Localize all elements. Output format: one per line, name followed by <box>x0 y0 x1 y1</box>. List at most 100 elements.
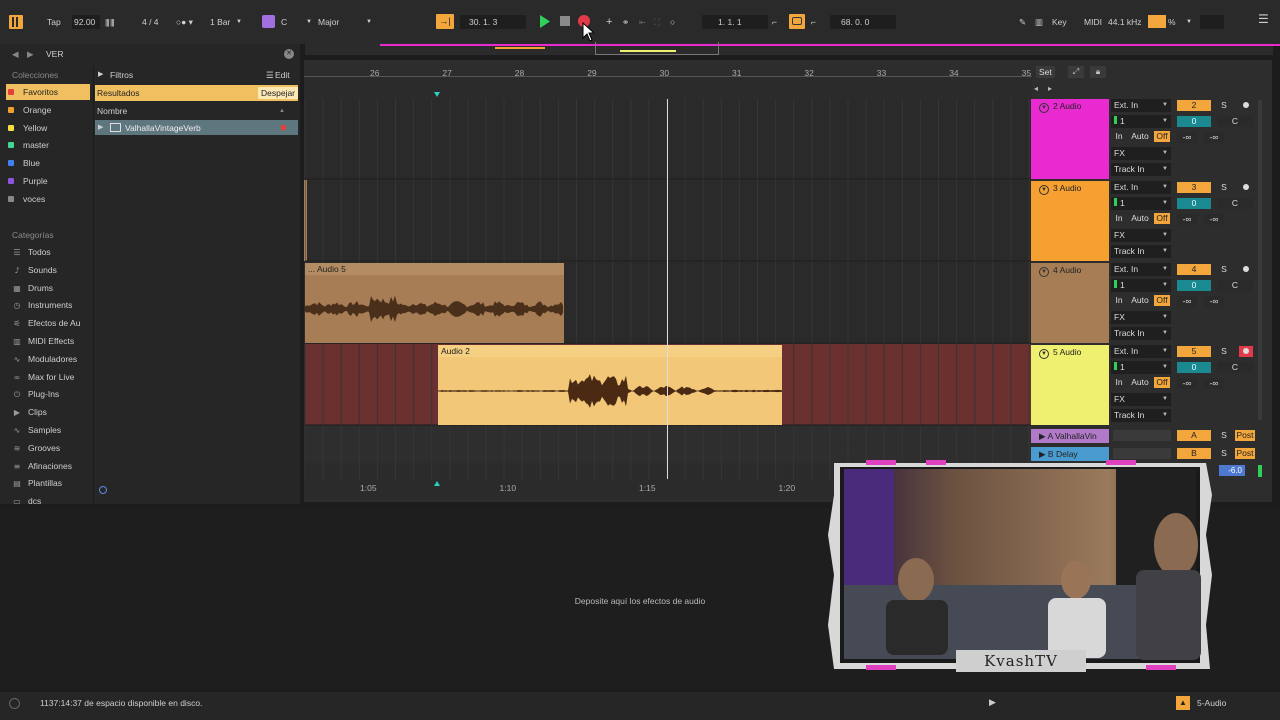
arrangement-position[interactable]: 30. 1. 3 <box>469 16 497 28</box>
return-activator-button[interactable]: A <box>1177 430 1211 441</box>
category-item[interactable]: ≋ Grooves <box>12 440 60 456</box>
fold-icon[interactable]: ▶ <box>1039 431 1046 441</box>
track-activator-button[interactable]: 3 <box>1177 182 1211 193</box>
prev-locator-icon[interactable]: ◂ <box>1034 84 1038 93</box>
clear-results-button[interactable]: Despejar <box>258 87 299 99</box>
fold-icon[interactable]: ▼ <box>1039 349 1049 359</box>
lock-icon[interactable]: 🔒︎ <box>1090 66 1106 78</box>
post-button[interactable]: Post <box>1235 448 1255 459</box>
collection-item[interactable]: voces <box>8 191 92 207</box>
fold-icon[interactable]: ▼ <box>1039 103 1049 113</box>
category-item[interactable]: ☰ Todos <box>12 244 50 260</box>
scale-select[interactable]: Major <box>318 16 339 28</box>
return-track-header[interactable]: ▶ A ValhallaVin <box>1031 429 1109 443</box>
monitor-auto-button[interactable]: Auto <box>1128 131 1152 142</box>
midi-map-button[interactable]: MIDI <box>1084 16 1102 28</box>
input-type-select[interactable]: Ext. In <box>1111 99 1171 112</box>
category-item[interactable]: ▥ MIDI Effects <box>12 333 74 349</box>
pan-field[interactable]: C <box>1217 116 1253 127</box>
pan-field[interactable]: C <box>1217 198 1253 209</box>
solo-button[interactable]: S <box>1217 100 1231 111</box>
edit-filters-button[interactable]: ☰ Edit <box>266 69 290 81</box>
preview-icon[interactable] <box>99 486 107 494</box>
solo-button[interactable]: S <box>1217 430 1231 441</box>
monitor-in-button[interactable]: In <box>1113 213 1125 224</box>
playhead[interactable] <box>667 99 668 479</box>
track-header[interactable]: ▼ 3 Audio <box>1031 181 1109 261</box>
capture-icon[interactable]: ⛶ <box>654 16 660 28</box>
volume-field[interactable]: 0 <box>1177 198 1211 209</box>
arm-button[interactable] <box>1239 346 1253 357</box>
punch-out-icon[interactable]: ⌐ <box>811 16 816 28</box>
category-item[interactable]: ∞ Max for Live <box>12 369 75 385</box>
send-b-field[interactable]: -∞ <box>1204 214 1224 225</box>
audio-clip-2[interactable]: Audio 2 <box>438 345 782 425</box>
loop-switch-icon[interactable] <box>789 14 805 29</box>
track-header[interactable]: ▼ 4 Audio <box>1031 263 1109 343</box>
send-a-field[interactable]: -∞ <box>1177 214 1197 225</box>
track-in-select[interactable]: Track In <box>1111 163 1171 176</box>
key-map-button[interactable]: Key <box>1052 16 1067 28</box>
quantization-select[interactable]: 1 Bar <box>210 16 230 28</box>
set-locator-button[interactable]: Set <box>1036 66 1055 78</box>
arrangement-overview[interactable] <box>305 42 1280 55</box>
meter-field[interactable]: 4 / 4 <box>142 16 159 28</box>
return-input[interactable] <box>1113 430 1171 441</box>
track-name[interactable]: ▼ 3 Audio <box>1039 183 1081 195</box>
solo-button[interactable]: S <box>1217 182 1231 193</box>
loop-start-field[interactable]: 1. 1. 1 <box>718 16 742 28</box>
fold-icon[interactable]: ▼ <box>1039 267 1049 277</box>
solo-button[interactable]: S <box>1217 346 1231 357</box>
track-in-select[interactable]: Track In <box>1111 409 1171 422</box>
tap-button[interactable]: Tap <box>47 16 61 28</box>
loop-length-field[interactable]: 68. 0. 0 <box>841 16 869 28</box>
master-volume[interactable]: -6.0 <box>1219 465 1245 476</box>
send-a-field[interactable]: -∞ <box>1177 132 1197 143</box>
track-in-select[interactable]: Track In <box>1111 245 1171 258</box>
category-item[interactable]: ≡ Afinaciones <box>12 458 72 474</box>
back-icon[interactable]: ◀ <box>12 48 19 60</box>
category-item[interactable]: ▤ Plantillas <box>12 475 62 491</box>
collection-item[interactable]: Favoritos <box>6 84 90 100</box>
play-icon[interactable] <box>539 15 551 28</box>
collection-item[interactable]: Orange <box>8 102 92 118</box>
pan-field[interactable]: C <box>1217 280 1253 291</box>
input-type-select[interactable]: Ext. In <box>1111 345 1171 358</box>
monitor-in-button[interactable]: In <box>1113 377 1125 388</box>
category-item[interactable]: ⏻ Plug-Ins <box>12 386 59 402</box>
send-a-field[interactable]: -∞ <box>1177 378 1197 389</box>
collection-item[interactable]: Purple <box>8 173 92 189</box>
locator-marker-icon[interactable] <box>434 481 440 486</box>
category-item[interactable]: ∿ Moduladores <box>12 351 78 367</box>
input-channel-select[interactable]: 1 <box>1111 279 1171 292</box>
collection-item[interactable]: Yellow <box>8 120 92 136</box>
fx-select[interactable]: FX <box>1111 393 1171 406</box>
collection-item[interactable]: Blue <box>8 155 92 171</box>
solo-button[interactable]: S <box>1217 264 1231 275</box>
locator-marker-icon[interactable] <box>434 92 440 97</box>
solo-button[interactable]: S <box>1217 448 1231 459</box>
category-item[interactable]: ▦ Drums <box>12 280 53 296</box>
fx-select[interactable]: FX <box>1111 311 1171 324</box>
stop-icon[interactable] <box>560 16 570 26</box>
send-b-field[interactable]: -∞ <box>1204 296 1224 307</box>
track-activator-button[interactable]: 5 <box>1177 346 1211 357</box>
link-icon[interactable]: ⚭ <box>622 16 629 28</box>
session-record-icon[interactable]: ○ <box>670 16 675 28</box>
monitor-off-button[interactable]: Off <box>1154 131 1170 142</box>
input-type-select[interactable]: Ext. In <box>1111 263 1171 276</box>
fx-select[interactable]: FX <box>1111 147 1171 160</box>
expand-icon[interactable]: ⤢ <box>1068 66 1084 78</box>
volume-field[interactable]: 0 <box>1177 116 1211 127</box>
scale-mode-icon[interactable] <box>262 15 275 28</box>
pan-field[interactable]: C <box>1217 362 1253 373</box>
key-select[interactable]: C <box>281 16 287 28</box>
send-b-field[interactable]: -∞ <box>1204 132 1224 143</box>
collection-item[interactable]: master <box>8 137 92 153</box>
sort-icon[interactable]: ▲ <box>279 105 285 117</box>
monitor-off-button[interactable]: Off <box>1154 295 1170 306</box>
send-a-field[interactable]: -∞ <box>1177 296 1197 307</box>
monitor-off-button[interactable]: Off <box>1154 213 1170 224</box>
audio-clip-5[interactable]: ... Audio 5 <box>305 263 564 343</box>
monitor-auto-button[interactable]: Auto <box>1128 377 1152 388</box>
